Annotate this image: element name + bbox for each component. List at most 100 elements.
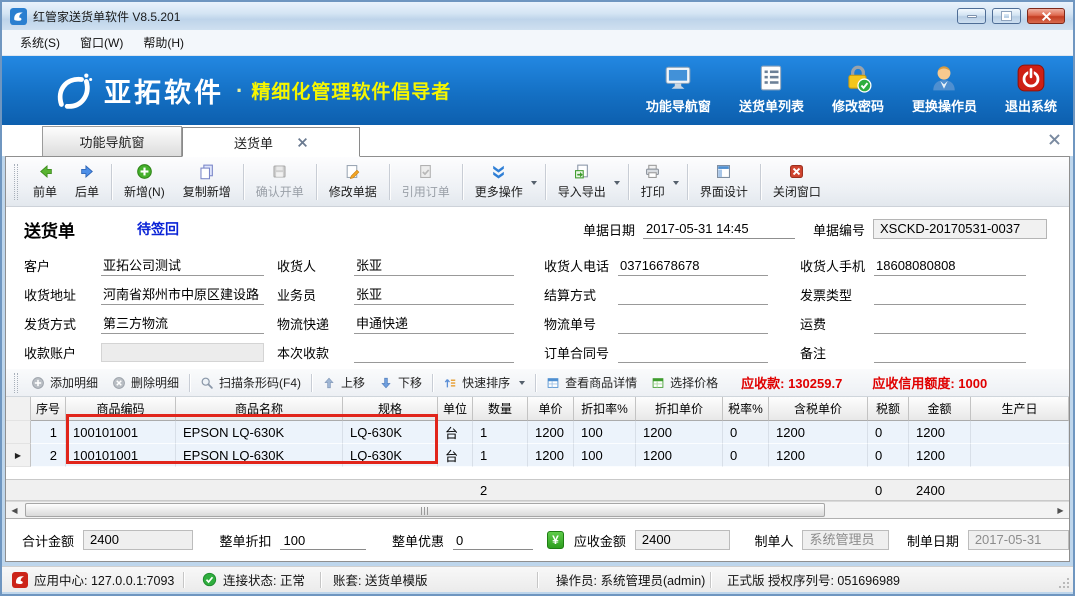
order-discount-field[interactable]: 100 <box>280 531 366 550</box>
col-header[interactable]: 含税单价 <box>769 397 868 421</box>
ui-design-button[interactable]: 界面设计 <box>691 160 757 203</box>
menu-window[interactable]: 窗口(W) <box>70 31 133 54</box>
menu-system[interactable]: 系统(S) <box>10 31 70 54</box>
quick-sort-button[interactable]: 快速排序 <box>436 372 532 393</box>
banner-action-switch-operator[interactable]: 更换操作员 <box>912 63 977 115</box>
detail-drag-handle[interactable] <box>14 373 18 393</box>
button-label: 选择价格 <box>670 374 718 391</box>
tab-close-icon[interactable] <box>297 137 308 148</box>
sort-icon <box>443 376 457 390</box>
resize-grip[interactable] <box>1058 577 1070 589</box>
status-app-center: 应用中心: 127.0.0.1:7093 <box>2 570 183 589</box>
col-header[interactable]: 折扣率% <box>574 397 636 421</box>
cell: 100101001 <box>66 444 176 467</box>
cell: 1200 <box>636 421 723 444</box>
consignee-field[interactable]: 张亚 <box>354 255 514 276</box>
status-operator: 操作员: 系统管理员(admin) <box>538 570 710 589</box>
freight-field[interactable] <box>874 313 1026 334</box>
col-header[interactable]: 规格 <box>343 397 438 421</box>
prev-order-button[interactable]: 前单 <box>24 160 66 203</box>
scroll-right-icon[interactable]: ▶ <box>1052 502 1069 518</box>
customer-field[interactable]: 亚拓公司测试 <box>101 255 264 276</box>
delivery-order-panel: 前单 后单 新增(N) 复制新增 确认开单 修改 <box>5 156 1070 562</box>
horizontal-scrollbar[interactable]: ◀ ▶ <box>6 501 1069 518</box>
col-header[interactable]: 折扣单价 <box>636 397 723 421</box>
col-header[interactable]: 生产日 <box>971 397 1069 421</box>
list-icon <box>756 63 786 93</box>
print-button[interactable]: 打印 <box>632 160 684 203</box>
doc-status-badge: 待签回 <box>137 219 179 239</box>
banner-action-label: 退出系统 <box>1005 96 1057 115</box>
cell: 100101001 <box>66 421 176 444</box>
maker-field: 系统管理员 <box>802 530 888 550</box>
contract-no-field[interactable] <box>618 342 768 363</box>
cell: 100 <box>574 421 636 444</box>
order-toolbar: 前单 后单 新增(N) 复制新增 确认开单 修改 <box>6 157 1069 207</box>
ship-method-field[interactable]: 第三方物流 <box>101 313 264 334</box>
address-field[interactable]: 河南省郑州市中原区建设路 <box>101 284 264 305</box>
minimize-button[interactable] <box>957 8 986 24</box>
edit-order-button[interactable]: 修改单据 <box>320 160 386 203</box>
view-product-detail-button[interactable]: 查看商品详情 <box>539 372 644 393</box>
cell: 0 <box>868 444 909 467</box>
more-actions-button[interactable]: 更多操作 <box>466 160 542 203</box>
banner-action-order-list[interactable]: 送货单列表 <box>739 63 804 115</box>
delete-detail-button[interactable]: 删除明细 <box>105 372 186 393</box>
table-row-selected[interactable]: ▶ 2 100101001 EPSON LQ-630K LQ-630K 台 1 … <box>6 444 1069 467</box>
total-amount-label: 合计金额 <box>22 531 74 550</box>
banner-action-change-password[interactable]: 修改密码 <box>832 63 884 115</box>
confirm-order-button[interactable]: 确认开单 <box>247 160 313 203</box>
col-header[interactable]: 序号 <box>31 397 66 421</box>
table-row[interactable]: 1 100101001 EPSON LQ-630K LQ-630K 台 1 12… <box>6 421 1069 444</box>
invoice-type-field[interactable] <box>874 284 1026 305</box>
tab-nav-window[interactable]: 功能导航窗 <box>42 126 182 156</box>
tabbar-close-icon[interactable] <box>1048 133 1061 146</box>
settlement-field[interactable] <box>618 284 768 305</box>
consignee-phone-field[interactable]: 03716678678 <box>618 255 768 276</box>
close-red-icon <box>788 163 805 180</box>
banner-action-nav-window[interactable]: 功能导航窗 <box>646 63 711 115</box>
col-header[interactable]: 金额 <box>909 397 971 421</box>
yen-button[interactable]: ¥ <box>547 531 564 549</box>
quote-order-button[interactable]: 引用订单 <box>393 160 459 203</box>
toolbar-drag-handle[interactable] <box>14 164 18 200</box>
import-export-button[interactable]: 导入导出 <box>549 160 625 203</box>
tab-delivery-order[interactable]: 送货单 <box>182 127 360 157</box>
col-header[interactable]: 商品编码 <box>66 397 176 421</box>
close-button[interactable] <box>1027 8 1065 24</box>
order-offer-field[interactable]: 0 <box>453 531 533 550</box>
add-detail-button[interactable]: 添加明细 <box>24 372 105 393</box>
col-header[interactable]: 单位 <box>438 397 473 421</box>
salesman-field[interactable]: 张亚 <box>354 284 514 305</box>
banner-action-exit-system[interactable]: 退出系统 <box>1005 63 1057 115</box>
col-header[interactable]: 税额 <box>868 397 909 421</box>
field-label: 发货方式 <box>24 314 101 333</box>
copy-new-button[interactable]: 复制新增 <box>174 160 240 203</box>
scrollbar-thumb[interactable] <box>25 503 825 517</box>
col-header[interactable]: 税率% <box>723 397 769 421</box>
move-down-button[interactable]: 下移 <box>372 372 429 393</box>
next-order-button[interactable]: 后单 <box>66 160 108 203</box>
payment-field[interactable] <box>354 342 514 363</box>
field-label: 发票类型 <box>768 285 874 304</box>
col-header[interactable]: 数量 <box>473 397 528 421</box>
table-header-row: 序号 商品编码 商品名称 规格 单位 数量 单价 折扣率% 折扣单价 税率% 含… <box>6 397 1069 421</box>
remark-field[interactable] <box>874 342 1026 363</box>
new-order-button[interactable]: 新增(N) <box>115 160 174 203</box>
logistics-no-field[interactable] <box>618 313 768 334</box>
choose-price-button[interactable]: 选择价格 <box>644 372 725 393</box>
consignee-mobile-field[interactable]: 18608080808 <box>874 255 1026 276</box>
logistics-field[interactable]: 申通快递 <box>354 313 514 334</box>
scan-barcode-button[interactable]: 扫描条形码(F4) <box>193 372 308 393</box>
col-header[interactable]: 单价 <box>528 397 574 421</box>
user-icon <box>929 63 959 93</box>
maximize-button[interactable] <box>992 8 1021 24</box>
copy-icon <box>198 163 215 180</box>
menu-help[interactable]: 帮助(H) <box>133 31 194 54</box>
arrow-right-icon <box>79 163 96 180</box>
close-window-button[interactable]: 关闭窗口 <box>764 160 830 203</box>
scroll-left-icon[interactable]: ◀ <box>6 502 23 518</box>
col-header[interactable]: 商品名称 <box>176 397 343 421</box>
move-up-button[interactable]: 上移 <box>315 372 372 393</box>
doc-date-field[interactable]: 2017-05-31 14:45 <box>643 219 795 239</box>
